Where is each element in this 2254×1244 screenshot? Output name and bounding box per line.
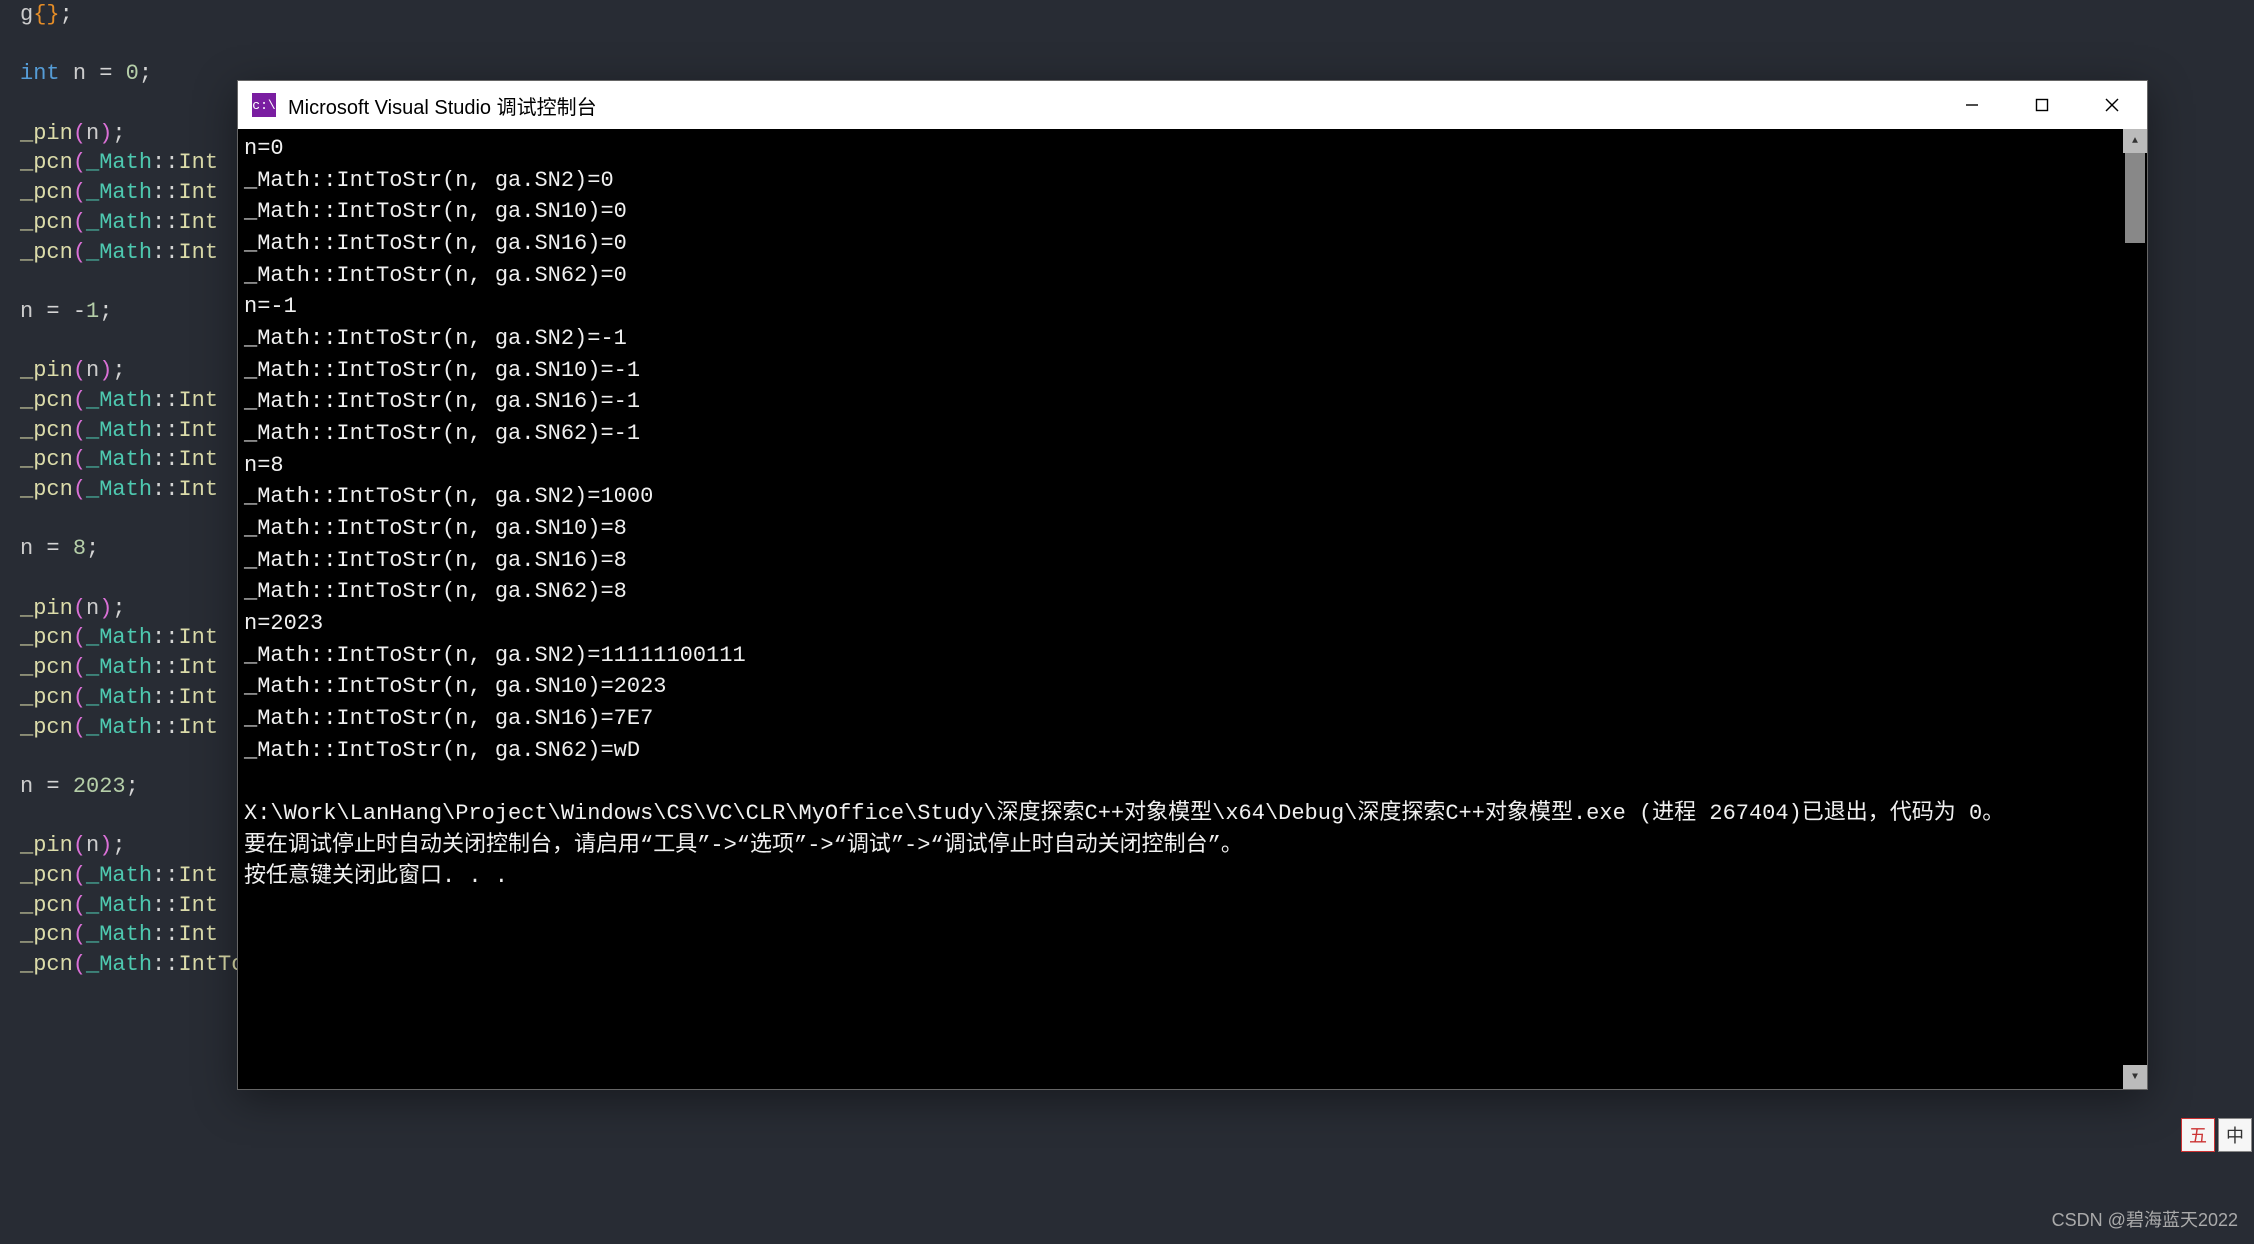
code-line[interactable]: g{}; [20,0,2254,30]
ime-indicator[interactable]: 五 中 [2181,1118,2252,1152]
maximize-button[interactable] [2007,81,2077,129]
console-scrollbar[interactable]: ▲ ▼ [2123,129,2147,1089]
debug-console-window: c:\ Microsoft Visual Studio 调试控制台 n=0 _M… [237,80,2148,1090]
console-body[interactable]: n=0 _Math::IntToStr(n, ga.SN2)=0 _Math::… [238,129,2147,1089]
console-output: n=0 _Math::IntToStr(n, ga.SN2)=0 _Math::… [244,133,2121,893]
scrollbar-thumb[interactable] [2125,153,2145,243]
titlebar[interactable]: c:\ Microsoft Visual Studio 调试控制台 [238,81,2147,129]
titlebar-app-icon: c:\ [252,93,276,117]
close-button[interactable] [2077,81,2147,129]
code-line[interactable] [20,30,2254,60]
titlebar-app-icon-text: c:\ [252,98,275,113]
scrollbar-down-icon[interactable]: ▼ [2123,1065,2147,1089]
ime-chip-zh[interactable]: 中 [2218,1118,2252,1152]
ime-chip-wubi[interactable]: 五 [2181,1118,2215,1152]
minimize-button[interactable] [1937,81,2007,129]
window-title: Microsoft Visual Studio 调试控制台 [288,91,1937,120]
watermark: CSDN @碧海蓝天2022 [2052,1206,2238,1232]
scrollbar-up-icon[interactable]: ▲ [2123,129,2147,153]
